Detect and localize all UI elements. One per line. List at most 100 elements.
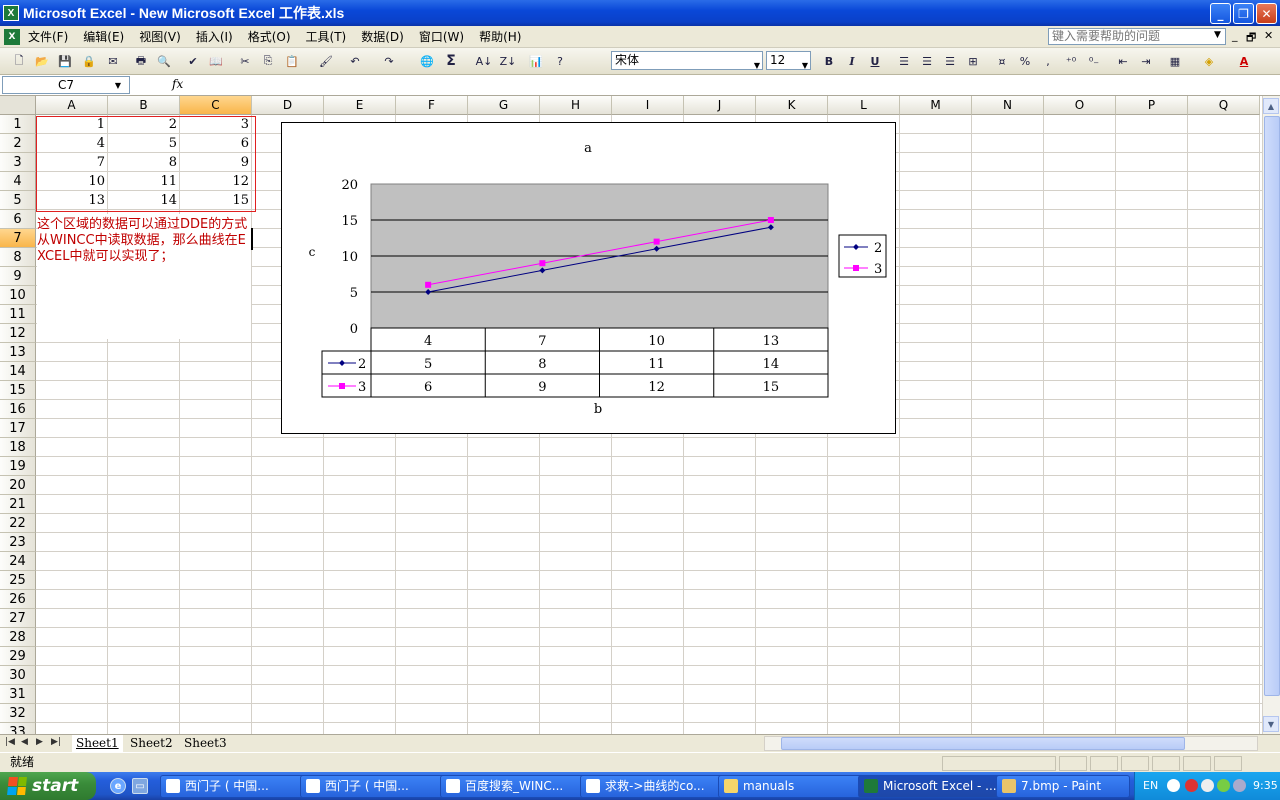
print-icon[interactable]: 🖶 xyxy=(132,52,150,70)
row-header[interactable]: 31 xyxy=(0,685,36,704)
column-header[interactable]: F xyxy=(396,96,468,115)
chart-wizard-icon[interactable]: 📊 xyxy=(527,52,545,70)
font-name-select[interactable]: 宋体 ▼ xyxy=(611,51,763,70)
row-header[interactable]: 16 xyxy=(0,400,36,419)
column-header[interactable]: B xyxy=(108,96,180,115)
print-preview-icon[interactable]: 🔍 xyxy=(155,52,173,70)
menu-edit[interactable]: 编辑(E) xyxy=(83,28,124,45)
select-all-corner[interactable] xyxy=(0,96,36,115)
vertical-scroll-thumb[interactable] xyxy=(1264,116,1280,696)
row-header[interactable]: 15 xyxy=(0,381,36,400)
merge-center-icon[interactable]: ⊞ xyxy=(964,52,982,70)
row-header[interactable]: 7 xyxy=(0,229,36,248)
taskbar-item-active[interactable]: Microsoft Excel - ... xyxy=(858,775,1006,798)
underline-button[interactable]: U xyxy=(866,52,884,70)
horizontal-scrollbar[interactable] xyxy=(764,736,1258,751)
taskbar-item[interactable]: 百度搜索_WINC... xyxy=(440,775,588,798)
italic-button[interactable]: I xyxy=(843,52,861,70)
scroll-up-icon[interactable]: ▲ xyxy=(1263,98,1279,114)
menu-format[interactable]: 格式(O) xyxy=(248,28,291,45)
row-header[interactable]: 28 xyxy=(0,628,36,647)
fill-color-icon[interactable]: ◈ xyxy=(1200,52,1218,70)
prev-sheet-icon[interactable]: ◀ xyxy=(21,737,28,747)
align-right-icon[interactable]: ☰ xyxy=(941,52,959,70)
taskbar-item[interactable]: 7.bmp - Paint xyxy=(996,775,1130,798)
sort-descending-icon[interactable]: Z↓ xyxy=(499,52,517,70)
next-sheet-icon[interactable]: ▶ xyxy=(36,737,43,747)
comma-button[interactable]: , xyxy=(1039,52,1057,70)
taskbar-item[interactable]: 西门子 ( 中国... xyxy=(160,775,308,798)
column-header[interactable]: E xyxy=(324,96,396,115)
excel-app-icon[interactable]: X xyxy=(3,5,19,21)
last-sheet-icon[interactable]: ▶| xyxy=(51,737,61,747)
row-header[interactable]: 23 xyxy=(0,533,36,552)
row-header[interactable]: 32 xyxy=(0,704,36,723)
row-header[interactable]: 6 xyxy=(0,210,36,229)
paste-icon[interactable]: 📋 xyxy=(283,52,301,70)
font-size-select[interactable]: 12 ▼ xyxy=(766,51,811,70)
ie-icon[interactable]: e xyxy=(110,778,126,794)
column-header[interactable]: L xyxy=(828,96,900,115)
row-header[interactable]: 33 xyxy=(0,723,36,734)
column-header[interactable]: I xyxy=(612,96,684,115)
tray-arrow-icon[interactable] xyxy=(1167,779,1180,792)
row-header[interactable]: 19 xyxy=(0,457,36,476)
sort-ascending-icon[interactable]: A↓ xyxy=(475,52,493,70)
help-icon[interactable]: ? xyxy=(551,52,569,70)
open-icon[interactable]: 📂 xyxy=(33,52,51,70)
bold-button[interactable]: B xyxy=(820,52,838,70)
row-header[interactable]: 1 xyxy=(0,115,36,134)
first-sheet-icon[interactable]: |◀ xyxy=(5,737,15,747)
menu-window[interactable]: 窗口(W) xyxy=(419,28,464,45)
language-indicator[interactable]: EN xyxy=(1143,779,1158,792)
permission-icon[interactable]: 🔒 xyxy=(80,52,98,70)
copy-icon[interactable]: ⎘ xyxy=(259,52,277,70)
close-button[interactable]: ✕ xyxy=(1256,3,1277,24)
horizontal-scroll-thumb[interactable] xyxy=(781,737,1185,750)
maximize-button[interactable]: ❐ xyxy=(1233,3,1254,24)
formula-input[interactable] xyxy=(192,77,1272,94)
row-header[interactable]: 3 xyxy=(0,153,36,172)
tray-app-icon[interactable] xyxy=(1201,779,1214,792)
taskbar-item[interactable]: 西门子 ( 中国... xyxy=(300,775,448,798)
autosum-icon[interactable]: Σ xyxy=(442,52,460,70)
chevron-down-icon[interactable]: ▼ xyxy=(115,78,121,94)
column-header[interactable]: K xyxy=(756,96,828,115)
row-header[interactable]: 22 xyxy=(0,514,36,533)
doc-restore-button[interactable]: 🗗 xyxy=(1246,29,1256,48)
security-icon[interactable] xyxy=(1185,779,1198,792)
row-header[interactable]: 14 xyxy=(0,362,36,381)
column-header[interactable]: N xyxy=(972,96,1044,115)
research-icon[interactable]: 📖 xyxy=(207,52,225,70)
format-painter-icon[interactable]: 🖌 xyxy=(317,52,335,70)
row-header[interactable]: 2 xyxy=(0,134,36,153)
menu-tools[interactable]: 工具(T) xyxy=(306,28,347,45)
row-header[interactable]: 17 xyxy=(0,419,36,438)
insert-function-button[interactable]: fx xyxy=(172,77,183,91)
increase-indent-icon[interactable]: ⇥ xyxy=(1137,52,1155,70)
vertical-scrollbar[interactable]: ▲ ▼ xyxy=(1262,96,1280,734)
email-icon[interactable]: ✉ xyxy=(104,52,122,70)
chart-object[interactable]: 0 5 10 15 20 a c b 4 7 10 13 2 5 8 11 14 3 6 9 12 15 2 3 xyxy=(281,122,896,434)
row-header[interactable]: 10 xyxy=(0,286,36,305)
start-button[interactable]: start xyxy=(0,772,96,800)
row-header[interactable]: 5 xyxy=(0,191,36,210)
sheet-tab-sheet3[interactable]: Sheet3 xyxy=(180,735,231,752)
menu-file[interactable]: 文件(F) xyxy=(28,28,68,45)
font-color-icon[interactable]: A xyxy=(1235,52,1253,70)
row-header[interactable]: 8 xyxy=(0,248,36,267)
row-header[interactable]: 21 xyxy=(0,495,36,514)
show-desktop-icon[interactable]: ▭ xyxy=(132,778,148,794)
column-header[interactable]: O xyxy=(1044,96,1116,115)
column-header[interactable]: G xyxy=(468,96,540,115)
sheet-tab-sheet2[interactable]: Sheet2 xyxy=(126,735,177,752)
name-box[interactable]: C7 ▼ xyxy=(2,76,130,94)
minimize-button[interactable]: _ xyxy=(1210,3,1231,24)
column-header[interactable]: J xyxy=(684,96,756,115)
menu-insert[interactable]: 插入(I) xyxy=(196,28,233,45)
column-header[interactable]: D xyxy=(252,96,324,115)
row-header[interactable]: 29 xyxy=(0,647,36,666)
cut-icon[interactable]: ✂ xyxy=(236,52,254,70)
volume-icon[interactable] xyxy=(1233,779,1246,792)
hyperlink-icon[interactable]: 🌐 xyxy=(418,52,436,70)
